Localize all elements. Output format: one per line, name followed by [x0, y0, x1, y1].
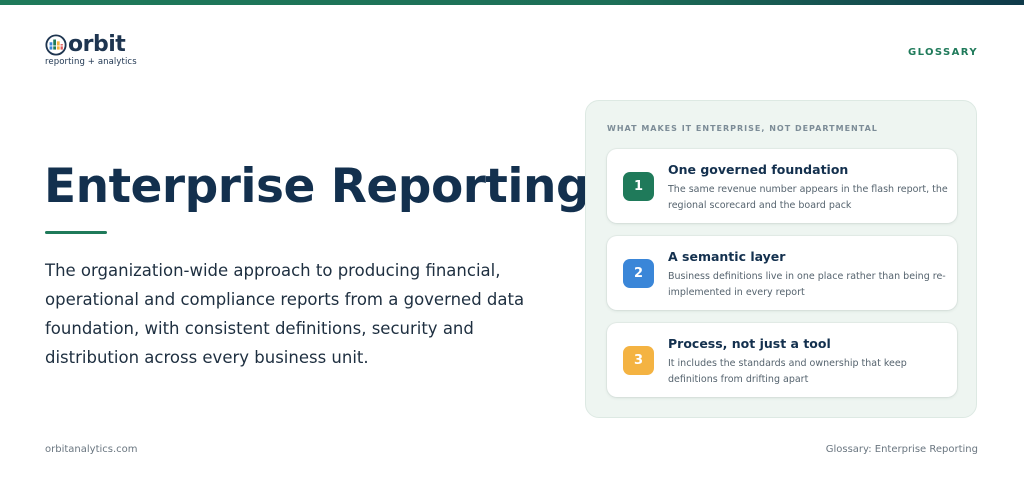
trait-title: One governed foundation: [668, 162, 849, 177]
top-accent-bar: [0, 0, 1024, 5]
trait-description: The same revenue number appears in the f…: [668, 184, 948, 211]
brand-name: orbit: [68, 32, 126, 57]
trait-card: 1 One governed foundation The same reven…: [607, 149, 957, 223]
panel-heading: WHAT MAKES IT ENTERPRISE, NOT DEPARTMENT…: [607, 124, 878, 133]
brand-logo[interactable]: orbit reporting + analytics: [45, 32, 137, 68]
definition-text: The organization-wide approach to produc…: [45, 261, 525, 367]
title-underline: [45, 231, 107, 234]
section-label: GLOSSARY: [907, 47, 978, 58]
footer-website-link[interactable]: orbitanalytics.com: [45, 444, 138, 455]
trait-description: Business definitions live in one place r…: [668, 271, 946, 298]
number-badge: 2: [623, 259, 654, 288]
number-badge: 1: [623, 172, 654, 201]
brand-tagline: reporting + analytics: [45, 57, 137, 67]
trait-card: 3 Process, not just a tool It includes t…: [607, 323, 957, 397]
number-badge: 3: [623, 346, 654, 375]
trait-description: It includes the standards and ownership …: [668, 358, 907, 385]
footer-page-label: Glossary: Enterprise Reporting: [825, 444, 978, 455]
enterprise-traits-panel: WHAT MAKES IT ENTERPRISE, NOT DEPARTMENT…: [585, 100, 977, 418]
trait-card: 2 A semantic layer Business definitions …: [607, 236, 957, 310]
orbit-globe-logo-icon: [45, 34, 67, 56]
trait-title: A semantic layer: [668, 249, 786, 264]
trait-title: Process, not just a tool: [668, 336, 831, 351]
page-title: Enterprise Reporting: [44, 159, 590, 214]
